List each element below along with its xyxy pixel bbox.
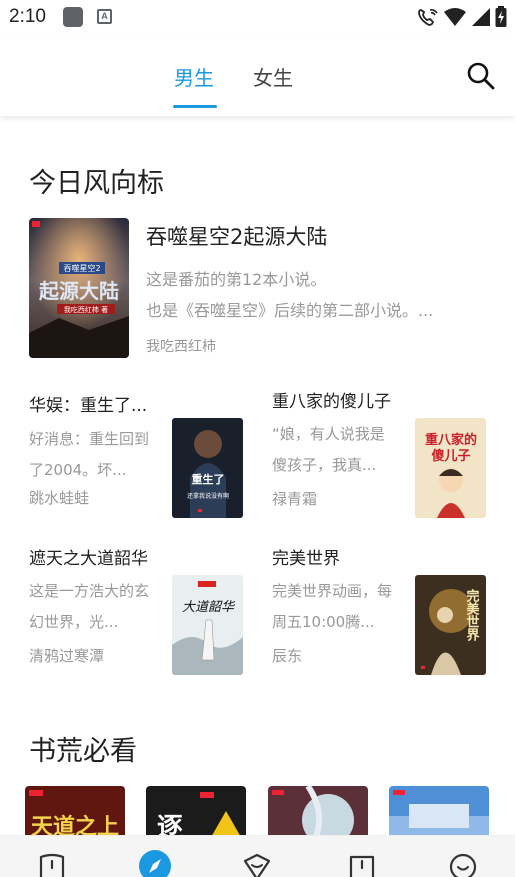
app-notification-icon	[63, 7, 83, 27]
category-icon[interactable]	[242, 851, 272, 877]
discover-icon[interactable]	[139, 850, 171, 877]
top-nav: 男生 女生	[0, 36, 515, 116]
book-desc: 完美世界动画，每周五10:00腾...	[272, 582, 393, 631]
wifi-icon	[444, 8, 466, 26]
svg-text:重八家的: 重八家的	[425, 432, 477, 448]
search-icon[interactable]	[465, 60, 497, 92]
book-author: 清鸦过寒潭	[29, 647, 105, 665]
book-cover[interactable]: 完美世界	[415, 575, 486, 675]
section-title-trending: 今日风向标	[29, 168, 164, 199]
tab-female[interactable]: 女生	[253, 62, 293, 91]
battery-icon	[495, 6, 507, 27]
book-cover-art: 重八家的 傻儿子	[415, 418, 486, 518]
wifi-call-icon	[418, 9, 438, 26]
svg-text:重生了: 重生了	[192, 472, 225, 486]
book-desc: 这是一方浩大的玄幻世界，光...	[29, 582, 150, 631]
book-cover-art: 完美世界	[415, 575, 486, 675]
book-author: 跳水蛙蛙	[29, 489, 90, 507]
book-cover[interactable]: 大道韶华	[172, 575, 243, 675]
signal-icon	[472, 8, 490, 26]
svg-text:大道韶华: 大道韶华	[182, 600, 236, 615]
book-cover-art: 重生了 还拿我说没有啊	[172, 418, 243, 518]
profile-icon[interactable]	[448, 851, 478, 877]
featured-book-title[interactable]: 吞噬星空2起源大陆	[146, 221, 327, 251]
status-time: 2:10	[9, 6, 46, 27]
book-title[interactable]: 遮天之大道韶华	[29, 544, 169, 569]
book-cover[interactable]: 重八家的 傻儿子	[415, 418, 486, 518]
book-author: 辰东	[272, 647, 303, 665]
svg-text:还拿我说没有啊: 还拿我说没有啊	[187, 492, 229, 500]
book-title[interactable]: 华娱：重生了...	[29, 391, 159, 416]
book-desc: 好消息：重生回到了2004。坏...	[29, 430, 150, 479]
benefits-icon[interactable]	[347, 851, 377, 877]
svg-text:完美世界: 完美世界	[464, 588, 480, 642]
book-title[interactable]: 重八家的傻儿子	[272, 387, 412, 412]
bookshelf-icon[interactable]	[37, 851, 67, 877]
book-title[interactable]: 完美世界	[272, 544, 412, 569]
featured-book-author: 我吃西红柿	[146, 339, 216, 355]
status-icons	[417, 6, 507, 28]
svg-text:我吃西红柿 著: 我吃西红柿 著	[64, 305, 108, 314]
text-notification-icon: A	[97, 9, 112, 24]
bottom-tab-bar	[0, 835, 515, 877]
featured-book-cover[interactable]: 吞噬星空2 起源大陆 我吃西红柿 著	[29, 218, 129, 358]
svg-text:起源大陆: 起源大陆	[38, 279, 119, 303]
featured-book-desc-line2: 也是《吞噬星空》后续的第二部小说。...	[146, 301, 434, 320]
featured-cover-art: 吞噬星空2 起源大陆 我吃西红柿 著	[29, 218, 129, 358]
book-cover-art: 大道韶华	[172, 575, 243, 675]
svg-text:傻儿子: 傻儿子	[431, 448, 470, 464]
section-title-must-read: 书荒必看	[29, 736, 137, 767]
svg-text:吞噬星空2: 吞噬星空2	[63, 263, 100, 273]
status-bar: 2:10 A	[0, 0, 515, 36]
book-cover[interactable]: 重生了 还拿我说没有啊	[172, 418, 243, 518]
tab-male[interactable]: 男生	[174, 62, 214, 91]
book-author: 禄青霜	[272, 490, 318, 508]
active-tab-indicator	[173, 105, 217, 108]
featured-book-desc-line1: 这是番茄的第12本小说。	[146, 270, 327, 289]
book-desc: “娘，有人说我是傻孩子，我真...	[272, 425, 385, 474]
